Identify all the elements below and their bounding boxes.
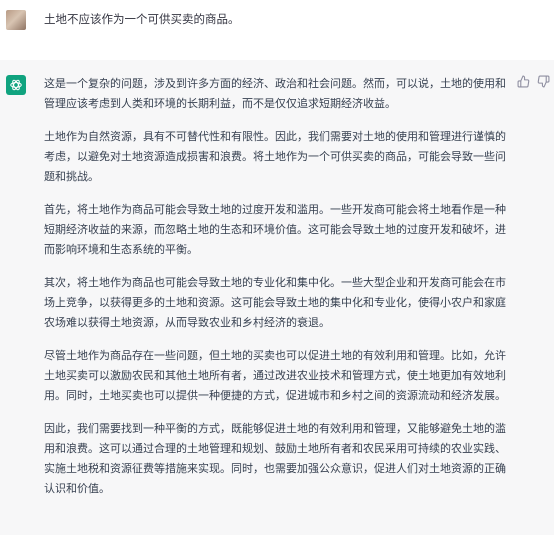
user-message-text: 土地不应该作为一个可供买卖的商品。: [44, 12, 240, 26]
thumbs-down-icon[interactable]: [537, 75, 550, 88]
answer-paragraph: 因此，我们需要找到一种平衡的方式，既能够促进土地的有效利用和管理，又能够避免土地…: [44, 422, 506, 495]
answer-paragraph: 土地作为自然资源，具有不可替代性和有限性。因此，我们需要对土地的使用和管理进行谨…: [44, 130, 506, 183]
user-avatar: [6, 10, 26, 30]
answer-paragraph: 这是一个复杂的问题，涉及到许多方面的经济、政治和社会问题。然而，可以说，土地的使…: [44, 77, 506, 110]
answer-paragraph: 其次，将土地作为商品也可能会导致土地的专业化和集中化。一些大型企业和开发商可能会…: [44, 276, 506, 329]
assistant-message-text: 这是一个复杂的问题，涉及到许多方面的经济、政治和社会问题。然而，可以说，土地的使…: [44, 74, 506, 512]
answer-paragraph: 尽管土地作为商品存在一些问题，但土地的买卖也可以促进土地的有效利用和管理。比如，…: [44, 349, 506, 402]
feedback-buttons: [517, 75, 550, 88]
openai-logo-icon: [6, 75, 26, 95]
answer-paragraph: 首先，将土地作为商品可能会导致土地的过度开发和滥用。一些开发商可能会将土地看作是…: [44, 203, 506, 256]
assistant-message-row: 这是一个复杂的问题，涉及到许多方面的经济、政治和社会问题。然而，可以说，土地的使…: [0, 60, 554, 535]
thumbs-up-icon[interactable]: [517, 75, 530, 88]
user-message-row: 土地不应该作为一个可供买卖的商品。: [0, 0, 554, 60]
